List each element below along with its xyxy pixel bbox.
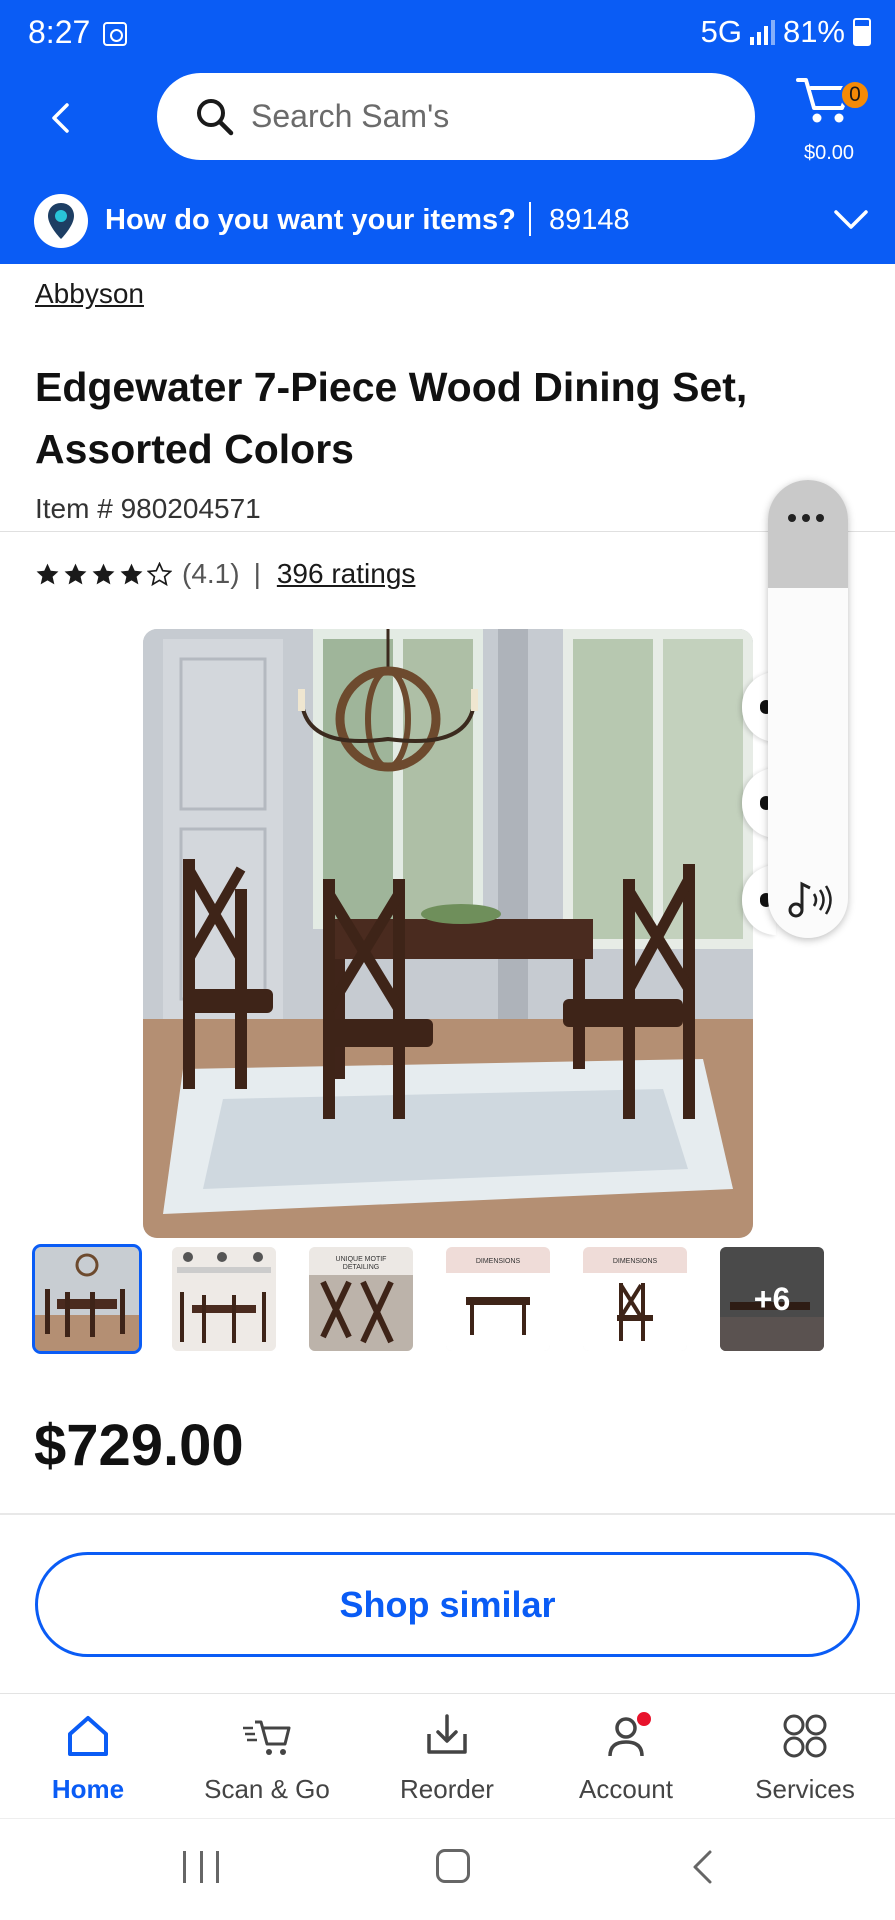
product-main-image[interactable] — [143, 629, 753, 1238]
status-time: 8:27 — [28, 14, 91, 50]
status-bar: 8:27 5G 81% — [0, 0, 895, 66]
product-price: $729.00 — [34, 1413, 244, 1478]
chevron-down-icon — [834, 210, 868, 229]
shop-similar-button[interactable]: Shop similar — [35, 1552, 860, 1657]
nav-reorder[interactable]: Reorder — [362, 1710, 532, 1805]
brand-link[interactable]: Abbyson — [35, 278, 144, 310]
cart-total: $0.00 — [803, 142, 855, 164]
item-number: Item # 980204571 — [35, 493, 261, 524]
dining-set-thumb-icon — [35, 1247, 139, 1351]
cart-count-badge: 0 — [840, 80, 870, 110]
thumbnail[interactable]: UNIQUE MOTIF DETAILING — [309, 1247, 413, 1351]
signal-icon — [749, 19, 775, 45]
delivery-zip: 89148 — [549, 204, 630, 236]
recents-icon[interactable] — [183, 1851, 219, 1883]
scan-cart-icon — [243, 1720, 291, 1755]
battery-icon — [853, 18, 871, 46]
search-input[interactable]: Search Sam's — [157, 73, 755, 160]
delivery-selector[interactable]: How do you want your items? 89148 — [0, 186, 895, 258]
thumbnail-more[interactable]: +6 — [720, 1247, 824, 1351]
nav-label: Services — [755, 1774, 855, 1804]
chair-dimensions-thumb-icon: DIMENSIONS — [583, 1247, 687, 1351]
star-full-icon — [120, 563, 143, 584]
bottom-nav: Home Scan & Go Reorder Account Services — [0, 1693, 895, 1817]
svg-text:UNIQUE MOTIF: UNIQUE MOTIF — [336, 1256, 387, 1263]
more-options-icon[interactable] — [788, 514, 824, 522]
chevron-left-icon — [52, 103, 69, 133]
svg-text:DIMENSIONS: DIMENSIONS — [613, 1258, 658, 1265]
back-button[interactable] — [38, 96, 82, 140]
notification-dot — [635, 1710, 653, 1728]
delivery-divider — [529, 202, 531, 236]
star-full-icon — [36, 563, 59, 584]
screenshot-icon — [103, 22, 127, 46]
search-icon — [197, 98, 234, 135]
thumbnail[interactable] — [172, 1247, 276, 1351]
thumbnail-strip: UNIQUE MOTIF DETAILING DIMENSIONS DIMENS… — [32, 1244, 824, 1354]
thumbnail[interactable] — [32, 1244, 142, 1354]
nav-label: Account — [579, 1774, 673, 1804]
rating-value: (4.1) — [182, 558, 240, 589]
nav-services[interactable]: Services — [720, 1710, 890, 1805]
more-images-count: +6 — [753, 1280, 791, 1317]
location-pin-icon — [34, 194, 88, 248]
audio-icon[interactable] — [782, 878, 834, 922]
nav-account[interactable]: Account — [541, 1710, 711, 1805]
delivery-question: How do you want your items? — [105, 204, 516, 236]
product-title: Edgewater 7-Piece Wood Dining Set, Assor… — [35, 364, 748, 472]
dining-set-illustration — [143, 629, 753, 1238]
cart-button[interactable]: 0 $0.00 — [790, 72, 870, 164]
battery-level: 81% — [782, 14, 845, 49]
nav-label: Home — [51, 1774, 125, 1804]
reorder-icon — [427, 1714, 467, 1754]
search-placeholder: Search Sam's — [251, 98, 450, 134]
thumbnail[interactable]: DIMENSIONS — [583, 1247, 687, 1351]
svg-text:DIMENSIONS: DIMENSIONS — [476, 1258, 521, 1265]
table-dimensions-thumb-icon: DIMENSIONS — [446, 1247, 550, 1351]
network-type: 5G — [700, 14, 742, 49]
rating-row: (4.1) | 396 ratings — [35, 558, 415, 590]
nav-label: Reorder — [400, 1774, 494, 1804]
back-system-icon[interactable] — [690, 1849, 714, 1885]
floating-toolbar-handle[interactable] — [768, 480, 848, 588]
features-thumb-icon — [172, 1247, 276, 1351]
nav-label: Scan & Go — [204, 1774, 330, 1804]
ratings-count-link[interactable]: 396 ratings — [277, 558, 416, 590]
services-icon — [783, 1714, 827, 1758]
divider — [0, 531, 895, 532]
floating-toolbar[interactable] — [768, 480, 848, 938]
chair-detail-thumb-icon: UNIQUE MOTIF DETAILING — [309, 1247, 413, 1351]
star-empty-icon — [147, 561, 172, 586]
home-system-icon[interactable] — [436, 1849, 470, 1883]
rating-separator: | — [253, 558, 261, 589]
star-rating — [35, 561, 172, 587]
app-header: 8:27 5G 81% Search Sam's 0 $0.00 How do … — [0, 0, 895, 264]
nav-scan-and-go[interactable]: Scan & Go — [182, 1710, 352, 1805]
nav-home[interactable]: Home — [3, 1710, 173, 1805]
system-nav-bar — [0, 1818, 895, 1920]
status-indicators: 5G 81% — [701, 14, 871, 50]
star-full-icon — [92, 563, 115, 584]
thumbnail[interactable]: DIMENSIONS — [446, 1247, 550, 1351]
svg-text:DETAILING: DETAILING — [343, 1264, 379, 1271]
divider — [0, 1513, 895, 1515]
star-full-icon — [64, 563, 87, 584]
home-icon — [68, 1716, 108, 1756]
